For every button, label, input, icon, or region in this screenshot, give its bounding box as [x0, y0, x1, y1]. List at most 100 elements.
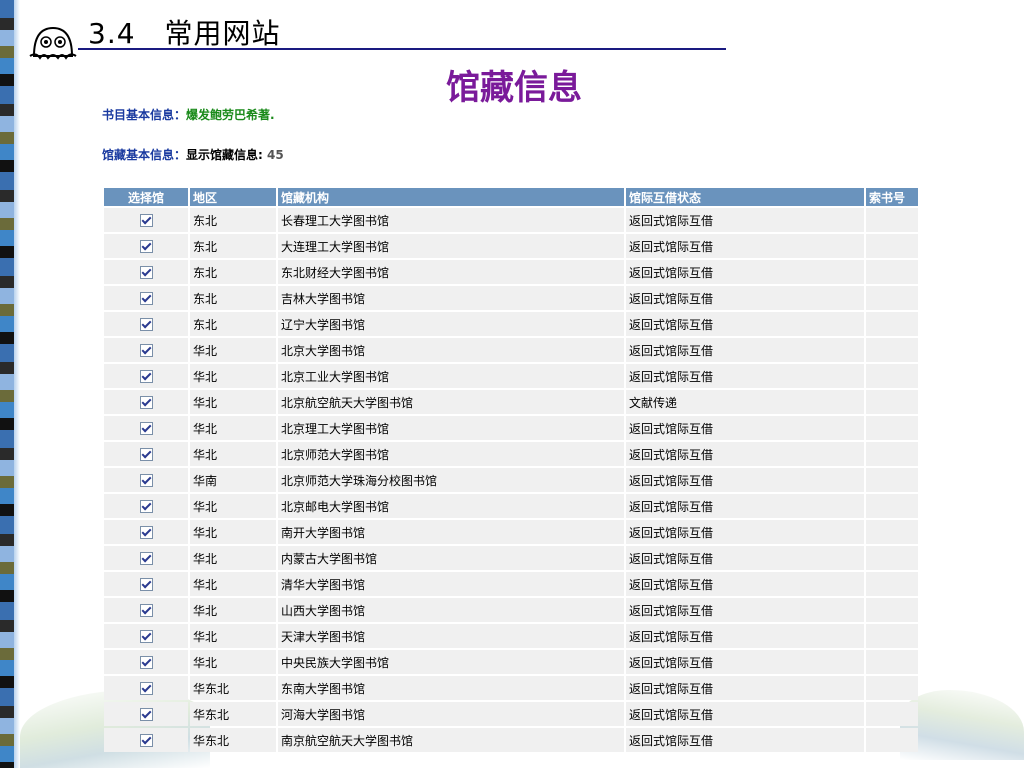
ill-status-cell: 返回式馆际互借: [626, 442, 864, 466]
ill-status-cell: 返回式馆际互借: [626, 416, 864, 440]
ill-status-cell: 返回式馆际互借: [626, 260, 864, 284]
table-row: 华南 北京师范大学珠海分校图书馆 返回式馆际互借: [104, 468, 918, 492]
institution-cell: 东南大学图书馆: [278, 676, 624, 700]
select-cell: [104, 338, 188, 362]
ill-status-cell: 返回式馆际互借: [626, 520, 864, 544]
library-select-checkbox[interactable]: [139, 370, 153, 383]
book-info-value[interactable]: 爆发鲍劳巴希著.: [186, 108, 275, 122]
institution-cell: 吉林大学图书馆: [278, 286, 624, 310]
table-row: 华北 南开大学图书馆 返回式馆际互借: [104, 520, 918, 544]
left-stripe-gradient: [14, 0, 20, 768]
select-cell: [104, 390, 188, 414]
library-select-checkbox[interactable]: [139, 474, 153, 487]
holding-info-line: 馆藏基本信息：显示馆藏信息: 45: [102, 146, 284, 163]
library-select-checkbox[interactable]: [139, 448, 153, 461]
institution-cell: 天津大学图书馆: [278, 624, 624, 648]
library-select-checkbox[interactable]: [139, 552, 153, 565]
select-cell: [104, 286, 188, 310]
library-select-checkbox[interactable]: [139, 578, 153, 591]
institution-cell: 南京航空航天大学图书馆: [278, 728, 624, 752]
header-select: 选择馆: [104, 188, 188, 206]
library-select-checkbox[interactable]: [139, 240, 153, 253]
ill-status-cell: 返回式馆际互借: [626, 234, 864, 258]
library-select-checkbox[interactable]: [139, 734, 153, 747]
institution-cell: 北京工业大学图书馆: [278, 364, 624, 388]
institution-cell: 北京理工大学图书馆: [278, 416, 624, 440]
library-select-checkbox[interactable]: [139, 682, 153, 695]
select-cell: [104, 650, 188, 674]
call-number-cell: [866, 494, 918, 518]
title-underline: [78, 48, 726, 50]
region-cell: 东北: [190, 286, 276, 310]
library-select-checkbox[interactable]: [139, 422, 153, 435]
region-cell: 华北: [190, 650, 276, 674]
library-select-checkbox[interactable]: [139, 526, 153, 539]
region-cell: 华北: [190, 390, 276, 414]
region-cell: 华北: [190, 572, 276, 596]
holdings-table: 选择馆 地区 馆藏机构 馆际互借状态 索书号 东北 长春理工大学图书馆 返回式馆际互…: [102, 186, 920, 754]
ill-status-cell: 返回式馆际互借: [626, 494, 864, 518]
library-select-checkbox[interactable]: [139, 214, 153, 227]
library-select-checkbox[interactable]: [139, 604, 153, 617]
call-number-cell: [866, 650, 918, 674]
library-select-checkbox[interactable]: [139, 630, 153, 643]
call-number-cell: [866, 416, 918, 440]
call-number-cell: [866, 520, 918, 544]
holding-info-value: 显示馆藏信息:: [186, 148, 263, 162]
table-row: 华北 北京师范大学图书馆 返回式馆际互借: [104, 442, 918, 466]
slide-title: 3.4 常用网站: [88, 17, 281, 50]
call-number-cell: [866, 338, 918, 362]
table-row: 华北 清华大学图书馆 返回式馆际互借: [104, 572, 918, 596]
library-select-checkbox[interactable]: [139, 344, 153, 357]
call-number-cell: [866, 676, 918, 700]
call-number-cell: [866, 546, 918, 570]
region-cell: 东北: [190, 208, 276, 232]
book-info-line: 书目基本信息：爆发鲍劳巴希著.: [102, 106, 275, 123]
region-cell: 东北: [190, 234, 276, 258]
select-cell: [104, 520, 188, 544]
region-cell: 华北: [190, 416, 276, 440]
table-row: 华东北 东南大学图书馆 返回式馆际互借: [104, 676, 918, 700]
holding-count: 45: [267, 148, 284, 162]
library-select-checkbox[interactable]: [139, 266, 153, 279]
table-row: 东北 吉林大学图书馆 返回式馆际互借: [104, 286, 918, 310]
region-cell: 华北: [190, 364, 276, 388]
library-select-checkbox[interactable]: [139, 396, 153, 409]
select-cell: [104, 442, 188, 466]
left-decorative-stripe: [0, 0, 14, 768]
institution-cell: 大连理工大学图书馆: [278, 234, 624, 258]
table-header-row: 选择馆 地区 馆藏机构 馆际互借状态 索书号: [104, 188, 918, 206]
table-row: 东北 长春理工大学图书馆 返回式馆际互借: [104, 208, 918, 232]
institution-cell: 北京师范大学图书馆: [278, 442, 624, 466]
call-number-cell: [866, 234, 918, 258]
ill-status-cell: 返回式馆际互借: [626, 702, 864, 726]
select-cell: [104, 364, 188, 388]
ill-status-cell: 文献传递: [626, 390, 864, 414]
select-cell: [104, 260, 188, 284]
library-select-checkbox[interactable]: [139, 292, 153, 305]
ill-status-cell: 返回式馆际互借: [626, 728, 864, 752]
region-cell: 华北: [190, 546, 276, 570]
institution-cell: 辽宁大学图书馆: [278, 312, 624, 336]
ill-status-cell: 返回式馆际互借: [626, 338, 864, 362]
library-select-checkbox[interactable]: [139, 500, 153, 513]
region-cell: 华南: [190, 468, 276, 492]
ill-status-cell: 返回式馆际互借: [626, 208, 864, 232]
select-cell: [104, 572, 188, 596]
library-select-checkbox[interactable]: [139, 318, 153, 331]
table-row: 东北 东北财经大学图书馆 返回式馆际互借: [104, 260, 918, 284]
region-cell: 华北: [190, 338, 276, 362]
table-row: 华北 北京航空航天大学图书馆 文献传递: [104, 390, 918, 414]
ill-status-cell: 返回式馆际互借: [626, 364, 864, 388]
institution-cell: 南开大学图书馆: [278, 520, 624, 544]
institution-cell: 山西大学图书馆: [278, 598, 624, 622]
call-number-cell: [866, 312, 918, 336]
select-cell: [104, 676, 188, 700]
ill-status-cell: 返回式馆际互借: [626, 312, 864, 336]
library-select-checkbox[interactable]: [139, 656, 153, 669]
select-cell: [104, 546, 188, 570]
table-row: 华北 山西大学图书馆 返回式馆际互借: [104, 598, 918, 622]
library-select-checkbox[interactable]: [139, 708, 153, 721]
institution-cell: 北京师范大学珠海分校图书馆: [278, 468, 624, 492]
table-row: 华北 天津大学图书馆 返回式馆际互借: [104, 624, 918, 648]
